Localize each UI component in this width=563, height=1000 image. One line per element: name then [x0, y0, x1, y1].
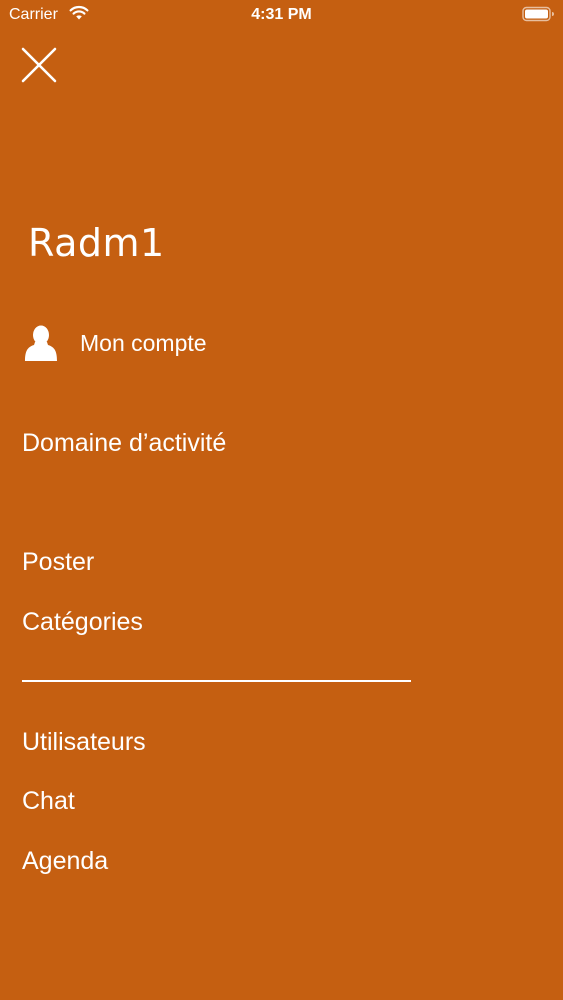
status-bar: Carrier 4:31 PM: [0, 0, 563, 30]
close-icon: [21, 47, 57, 83]
close-button[interactable]: [20, 46, 58, 84]
menu-item-utilisateurs[interactable]: Utilisateurs: [22, 726, 146, 758]
menu-item-agenda[interactable]: Agenda: [22, 845, 108, 877]
user-icon: [25, 325, 57, 361]
menu-item-label: Mon compte: [80, 330, 207, 356]
menu-item-mon-compte[interactable]: Mon compte: [24, 324, 207, 362]
menu-item-domaine-activite[interactable]: Domaine d’activité: [22, 427, 226, 459]
menu-item-categories[interactable]: Catégories: [22, 606, 143, 638]
battery-icon: [522, 6, 555, 22]
clock-time: 4:31 PM: [251, 6, 312, 23]
profile-name: Radm1: [28, 221, 165, 265]
menu-item-poster[interactable]: Poster: [22, 546, 94, 578]
menu-divider: [22, 680, 411, 682]
menu-item-chat[interactable]: Chat: [22, 785, 75, 817]
